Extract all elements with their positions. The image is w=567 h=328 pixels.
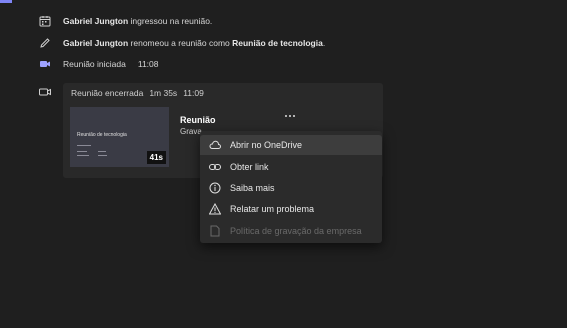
card-header-duration: 1m 35s	[149, 88, 178, 98]
thumbnail-text-line	[98, 155, 107, 156]
pencil-icon	[38, 36, 52, 50]
dot	[289, 115, 291, 117]
meeting-name: Reunião de tecnologia	[232, 38, 323, 48]
thumbnail-text-line	[77, 151, 87, 152]
recording-thumbnail[interactable]: Reunião de tecnologia 41s	[70, 107, 169, 167]
card-header: Reunião encerrada 1m 35s 11:09	[71, 88, 204, 98]
event-text: renomeou a reunião como	[128, 38, 233, 48]
more-options-button[interactable]	[283, 111, 297, 121]
menu-item-label: Política de gravação da empresa	[230, 226, 362, 236]
accent-bar	[0, 0, 12, 3]
card-header-label: Reunião encerrada	[71, 88, 144, 98]
document-icon	[209, 225, 221, 237]
event-time: 11:08	[137, 59, 159, 69]
menu-item-get-link[interactable]: Obter link	[200, 157, 382, 177]
event-started: Reunião iniciada 11:08	[38, 57, 159, 71]
recording-subtitle: Grava	[180, 127, 202, 136]
cloud-icon	[209, 139, 221, 151]
user-name: Gabriel Jungton	[63, 38, 129, 48]
calendar-icon	[38, 14, 52, 28]
menu-item-label: Saiba mais	[230, 183, 275, 193]
info-icon	[209, 182, 221, 194]
event-text: ingressou na reunião.	[128, 16, 213, 26]
menu-item-learn-more[interactable]: Saiba mais	[200, 178, 382, 198]
dot	[293, 115, 295, 117]
menu-item-label: Abrir no OneDrive	[230, 140, 303, 150]
dot	[285, 115, 287, 117]
thumbnail-title: Reunião de tecnologia	[77, 132, 127, 138]
video-camera-icon	[38, 57, 52, 71]
menu-item-label: Obter link	[230, 162, 269, 172]
event-label: Reunião iniciada	[63, 59, 126, 69]
event-text-end: .	[322, 38, 326, 48]
context-menu: Abrir no OneDrive Obter link Saiba mais …	[200, 131, 382, 243]
video-camera-off-icon	[38, 85, 52, 99]
menu-item-label: Relatar um problema	[230, 204, 315, 214]
link-icon	[209, 161, 221, 173]
card-header-time: 11:09	[183, 88, 204, 98]
event-renamed: Gabriel Jungton renomeou a reunião como …	[38, 36, 325, 50]
menu-item-report-problem[interactable]: Relatar um problema	[200, 199, 382, 219]
user-name: Gabriel Jungton	[63, 16, 129, 26]
menu-item-recording-policy: Política de gravação da empresa	[200, 221, 382, 241]
duration-badge: 41s	[146, 151, 166, 164]
menu-item-open-onedrive[interactable]: Abrir no OneDrive	[200, 135, 382, 155]
event-joined: Gabriel Jungton ingressou na reunião.	[38, 14, 212, 28]
warning-icon	[209, 203, 221, 215]
thumbnail-text-line	[77, 145, 91, 146]
thumbnail-text-line	[77, 155, 89, 156]
recording-title[interactable]: Reunião	[180, 115, 216, 125]
thumbnail-text-line	[98, 151, 106, 152]
